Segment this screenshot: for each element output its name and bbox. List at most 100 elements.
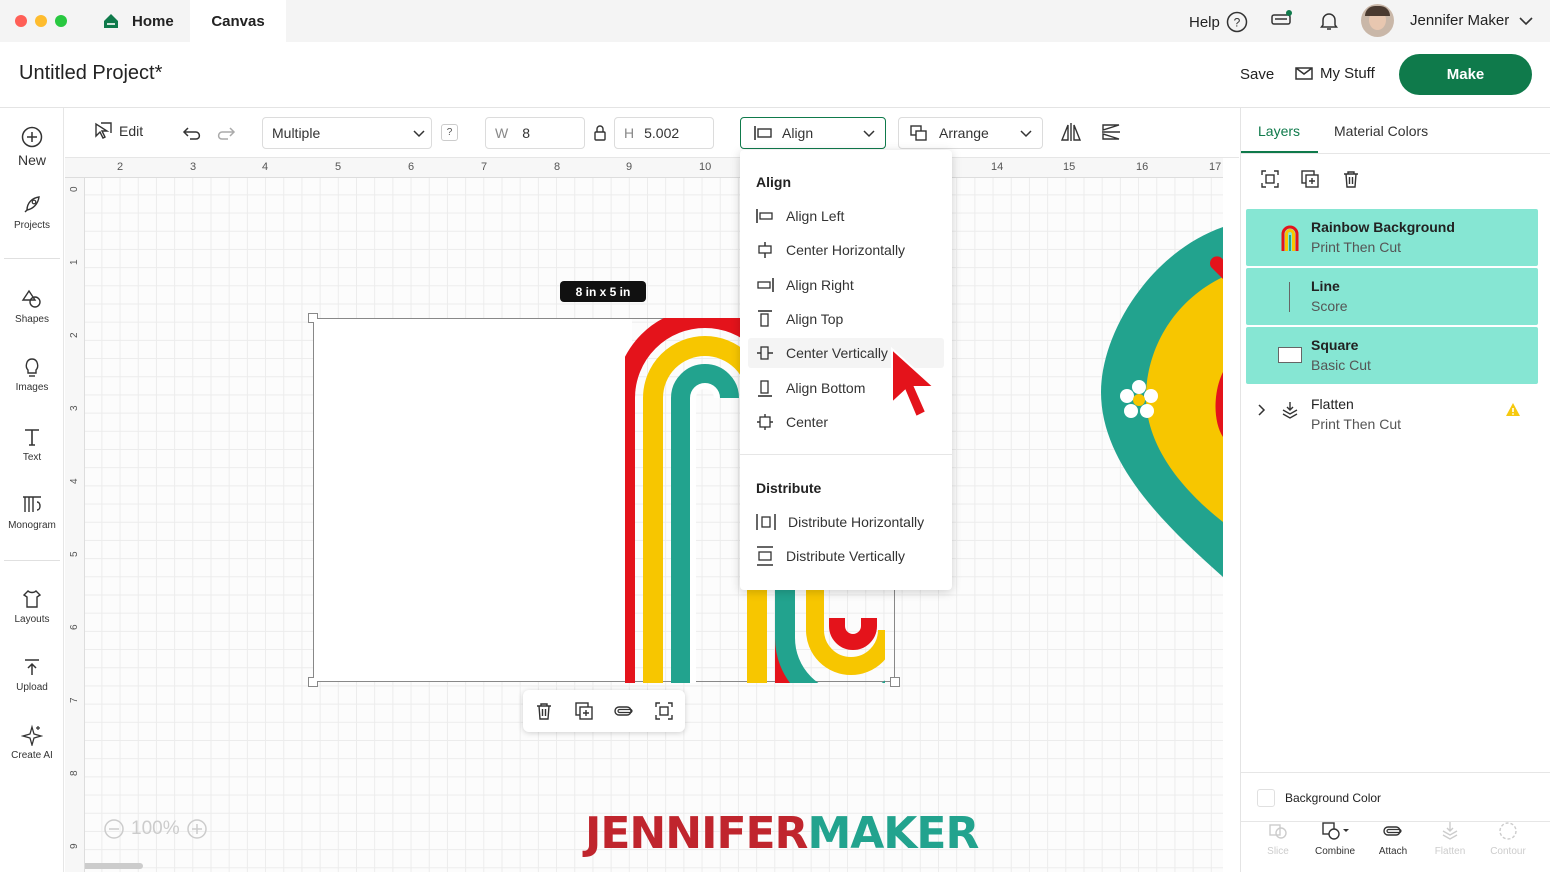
title-bar: Home Canvas Help ? Jennifer Maker <box>0 0 1550 42</box>
design-canvas[interactable]: 8 in x 5 in 100% JENNIFERMAKER <box>65 158 1223 872</box>
height-label: H <box>624 125 635 141</box>
sidebar-item-upload[interactable]: Upload <box>0 656 64 693</box>
width-field[interactable]: W 8 <box>485 117 585 149</box>
duplicate-icon[interactable] <box>1300 169 1320 189</box>
tab-home[interactable]: Home <box>102 0 174 42</box>
group-icon[interactable] <box>1260 169 1280 189</box>
sidebar-item-label: Shapes <box>15 314 49 325</box>
trash-icon[interactable] <box>1341 169 1361 189</box>
ruler-tick: 7 <box>481 161 488 173</box>
operation-select[interactable]: Multiple <box>262 117 432 149</box>
menu-item-center-horizontally[interactable]: Center Horizontally <box>756 235 905 265</box>
layer-item[interactable]: Flatten Print Then Cut <box>1246 386 1538 443</box>
undo-icon[interactable] <box>182 123 204 143</box>
height-field[interactable]: H 5.002 <box>614 117 714 149</box>
horizontal-scrollbar[interactable] <box>75 863 143 869</box>
minimize-window-button[interactable] <box>35 15 47 27</box>
layer-item[interactable]: Square Basic Cut <box>1246 327 1538 384</box>
line-thumbnail-icon <box>1289 282 1290 312</box>
sidebar-item-create-ai[interactable]: Create AI <box>0 724 64 761</box>
width-value: 8 <box>522 125 531 141</box>
edit-cursor-icon <box>95 122 112 139</box>
my-stuff-button[interactable]: My Stuff <box>1294 64 1375 82</box>
close-window-button[interactable] <box>15 15 27 27</box>
pointer-cursor-icon <box>891 346 937 419</box>
group-icon[interactable] <box>654 701 674 721</box>
menu-item-label: Center Vertically <box>786 345 888 361</box>
ruler-tick: 0 <box>69 186 80 192</box>
contour-button[interactable]: Contour <box>1478 820 1538 857</box>
layer-item[interactable]: Line Score <box>1246 268 1538 325</box>
panel-divider <box>1241 772 1550 773</box>
save-button[interactable]: Save <box>1240 66 1274 83</box>
combine-button[interactable]: Combine <box>1305 820 1365 857</box>
machine-icon[interactable] <box>1270 9 1294 31</box>
sidebar-item-projects[interactable]: Projects <box>0 194 64 231</box>
flatten-button[interactable]: Flatten <box>1420 820 1480 857</box>
zoom-out-icon[interactable] <box>103 818 125 840</box>
align-bottom-icon <box>758 380 772 397</box>
flatten-label: Flatten <box>1434 846 1466 857</box>
watermark-part-a: JENNIFER <box>585 808 808 859</box>
edit-button[interactable]: Edit <box>93 121 143 141</box>
attach-icon[interactable] <box>613 701 635 721</box>
slice-button[interactable]: Slice <box>1248 820 1308 857</box>
chevron-right-icon[interactable] <box>1257 403 1267 417</box>
edit-label: Edit <box>119 123 144 139</box>
align-right-icon <box>757 278 774 292</box>
center-vertically-icon <box>757 346 773 360</box>
project-title[interactable]: Untitled Project* <box>19 62 162 85</box>
selection-handle[interactable] <box>890 677 900 687</box>
arrange-label: Arrange <box>939 125 989 141</box>
align-dropdown[interactable]: Align <box>740 117 886 149</box>
menu-item-center[interactable]: Center <box>756 407 828 437</box>
ruler-tick: 7 <box>69 697 80 703</box>
avatar[interactable] <box>1361 4 1394 37</box>
layer-item[interactable]: Rainbow Background Print Then Cut <box>1246 209 1538 266</box>
lock-icon[interactable] <box>593 125 607 141</box>
sidebar-item-label: Text <box>22 452 42 463</box>
zoom-in-icon[interactable] <box>186 818 208 840</box>
sidebar-item-label: Projects <box>13 220 51 231</box>
help-button[interactable]: Help ? <box>1189 11 1248 33</box>
tab-layers[interactable]: Layers <box>1258 123 1300 139</box>
attach-button[interactable]: Attach <box>1363 820 1423 857</box>
menu-item-label: Align Bottom <box>786 380 866 396</box>
maximize-window-button[interactable] <box>55 15 67 27</box>
tab-material-colors[interactable]: Material Colors <box>1334 123 1428 139</box>
tab-canvas[interactable]: Canvas <box>190 0 286 42</box>
flip-horizontal-icon[interactable] <box>1060 121 1082 143</box>
menu-item-align-right[interactable]: Align Right <box>756 270 854 300</box>
operation-help-button[interactable]: ? <box>441 124 458 141</box>
teal-heart-image[interactable] <box>1101 222 1223 582</box>
zoom-control[interactable]: 100% <box>103 818 208 840</box>
sidebar-item-text[interactable]: Text <box>0 426 64 463</box>
menu-item-distribute-vertically[interactable]: Distribute Vertically <box>756 541 905 571</box>
duplicate-icon[interactable] <box>574 701 594 721</box>
redo-icon[interactable] <box>214 123 236 143</box>
upload-icon <box>25 659 39 675</box>
chevron-down-icon <box>413 130 425 138</box>
sidebar-item-layouts[interactable]: Layouts <box>0 588 64 625</box>
warning-icon[interactable] <box>1505 402 1521 418</box>
flip-vertical-icon[interactable] <box>1100 121 1122 143</box>
slice-icon <box>1269 824 1287 839</box>
trash-icon[interactable] <box>534 701 554 721</box>
square-layer[interactable] <box>314 319 632 681</box>
menu-item-align-left[interactable]: Align Left <box>756 201 844 231</box>
sidebar-item-new[interactable]: New <box>0 126 64 168</box>
sidebar-item-shapes[interactable]: Shapes <box>0 288 64 325</box>
make-button[interactable]: Make <box>1399 54 1532 95</box>
flatten-icon <box>1442 822 1458 840</box>
ruler-tick: 5 <box>335 161 342 173</box>
menu-item-align-bottom[interactable]: Align Bottom <box>756 373 865 403</box>
bell-icon[interactable] <box>1318 10 1340 32</box>
arrange-dropdown[interactable]: Arrange <box>898 117 1043 149</box>
user-menu[interactable]: Jennifer Maker <box>1410 12 1533 29</box>
sidebar-item-images[interactable]: Images <box>0 356 64 393</box>
menu-item-align-top[interactable]: Align Top <box>756 304 843 334</box>
background-color-swatch[interactable] <box>1257 789 1275 807</box>
menu-item-distribute-horizontally[interactable]: Distribute Horizontally <box>756 507 924 537</box>
sidebar-item-monogram[interactable]: Monogram <box>0 494 64 531</box>
rainbow-thumbnail-icon <box>1281 225 1299 251</box>
